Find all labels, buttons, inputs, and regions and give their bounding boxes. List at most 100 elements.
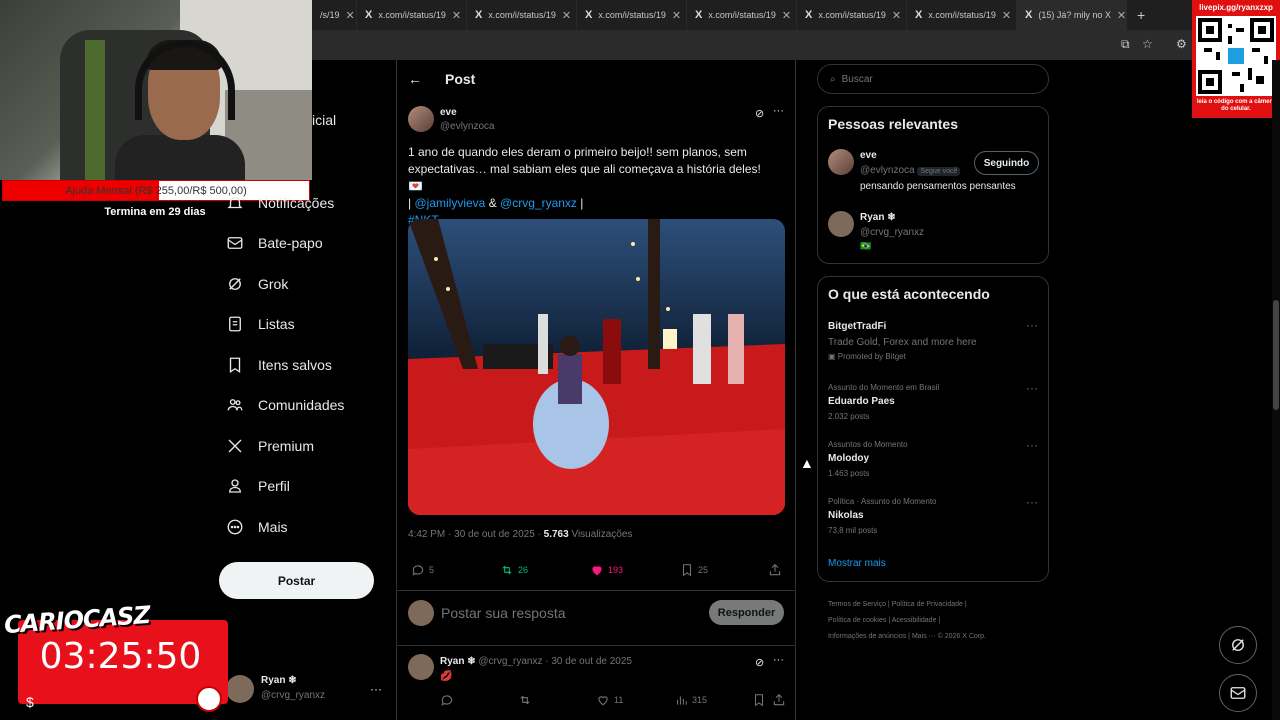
trend-more-button[interactable]: ··· [1026,381,1038,395]
reply-button[interactable]: Responder [709,600,784,625]
browser-tab[interactable]: /s/19 ✕ [312,0,357,30]
back-arrow-icon[interactable]: ← [408,71,422,87]
avatar[interactable] [828,149,854,175]
nav-item-chat[interactable]: Bate-papo [226,234,323,252]
tab-title: x.com/i/status/19 [488,10,556,20]
avatar[interactable] [408,106,434,132]
footer-link[interactable]: Política de Privacidade [892,601,963,608]
grok-float-button[interactable] [1219,626,1257,664]
bookmark-action[interactable] [752,693,766,707]
trend-more-button[interactable]: ··· [1026,495,1038,509]
post-timestamp[interactable]: 4:42 PM · 30 de out de 2025 · [408,529,544,540]
copyright: © 2026 X Corp. [937,633,986,640]
reply-input[interactable]: Postar sua resposta [441,605,566,621]
nav-item-more[interactable]: Mais [226,518,288,536]
nav-item-grok[interactable]: Grok [226,275,288,293]
trend-posts: 73,8 mil posts [828,526,878,535]
following-button[interactable]: Seguindo [974,151,1039,175]
trend-name[interactable]: BitgetTradFi [828,321,886,332]
reply-action[interactable]: 5 [411,563,434,577]
tab-title: /s/19 [320,10,340,20]
show-more-link[interactable]: Mostrar mais [828,558,886,569]
repost-action[interactable]: 26 [500,563,528,577]
close-icon[interactable]: ✕ [672,9,681,22]
nav-item-premium[interactable]: Premium [226,437,314,455]
close-icon[interactable]: ✕ [1117,9,1126,22]
post-button[interactable]: Postar [219,562,374,599]
x-logo-icon: X [1025,9,1033,21]
account-more-button[interactable]: ··· [370,682,382,696]
address-bar[interactable] [312,30,1280,60]
new-tab-button[interactable]: + [1137,7,1145,23]
footer-more-link[interactable]: Mais ··· [912,633,936,640]
trend-name[interactable]: Nikolas [828,510,864,521]
view-count: 315 [692,695,708,705]
footer-link[interactable]: Política de cookies [828,617,886,624]
footer-link[interactable]: Acessibilidade [892,617,937,624]
post-author-handle[interactable]: @evlynzoca [440,121,495,132]
like-action[interactable]: 11 [596,693,623,707]
nav-item-home[interactable]: icial [312,112,336,128]
post-author-name[interactable]: eve [440,107,457,118]
nav-item-notifications[interactable]: Notificações [226,194,334,212]
like-count: 193 [608,565,624,575]
nav-item-bookmarks[interactable]: Itens salvos [226,356,332,374]
close-icon[interactable]: ✕ [346,9,355,22]
reply-action[interactable] [440,693,454,707]
tab-title: (15) Já? mily no X [1038,10,1111,20]
nav-item-communities[interactable]: Comunidades [226,396,344,414]
install-icon[interactable]: ⧉ [1121,37,1130,52]
share-action[interactable] [772,693,786,707]
share-action[interactable] [768,563,782,577]
trend-promo: ▣ Promoted by Bitget [828,352,906,361]
scrollbar-thumb[interactable] [1273,300,1279,410]
trend-promo-text: Promoted by Bitget [837,352,906,361]
messages-float-button[interactable] [1219,674,1257,712]
bookmark-action[interactable]: 25 [680,563,708,577]
views-action[interactable]: 315 [674,693,707,707]
trend-posts: 2.032 posts [828,412,870,421]
browser-tab[interactable]: Xx.com/i/status/19 ✕ [577,0,687,30]
footer-link[interactable]: Informações de anúncios [828,633,906,640]
browser-tab-active[interactable]: X (15) Já? mily no X ✕ [1017,0,1127,30]
nav-item-profile[interactable]: Perfil [226,477,290,495]
post-media[interactable] [408,219,785,515]
search-input[interactable]: ⌕ Buscar [817,64,1049,94]
like-action[interactable]: 193 [590,563,623,577]
mention-link[interactable]: @jamilyvieva [414,196,485,210]
trend-more-button[interactable]: ··· [1026,318,1038,332]
footer-link[interactable]: Termos de Serviço [828,601,886,608]
nav-item-lists[interactable]: Listas [226,315,295,333]
trend-name[interactable]: Eduardo Paes [828,396,895,407]
close-icon[interactable]: ✕ [452,9,461,22]
repost-action[interactable] [518,693,532,707]
tab-title: x.com/i/status/19 [708,10,776,20]
more-icon[interactable]: ··· [773,105,784,117]
grok-icon[interactable]: ⊘ [755,107,764,120]
trend-name[interactable]: Molodoy [828,453,869,464]
reply-author-name[interactable]: Ryan ❄ [440,656,476,667]
browser-tab[interactable]: Xx.com/i/status/19 ✕ [687,0,797,30]
trend-more-button[interactable]: ··· [1026,438,1038,452]
person-name[interactable]: eve [860,150,877,161]
browser-tab[interactable]: Xx.com/i/status/19 ✕ [907,0,1017,30]
browser-tab[interactable]: Xx.com/i/status/19 ✕ [797,0,907,30]
close-icon[interactable]: ✕ [782,9,791,22]
avatar[interactable] [828,211,854,237]
extensions-icon[interactable]: ⚙ [1176,37,1187,51]
avatar[interactable] [226,675,254,703]
avatar[interactable] [408,654,434,680]
close-icon[interactable]: ✕ [892,9,901,22]
close-icon[interactable]: ✕ [562,9,571,22]
browser-tab[interactable]: Xx.com/i/status/19 ✕ [357,0,467,30]
person-name[interactable]: Ryan ❄ [860,212,896,223]
star-icon[interactable]: ☆ [1142,37,1153,51]
more-icon[interactable]: ··· [773,654,784,666]
browser-tab[interactable]: Xx.com/i/status/19 ✕ [467,0,577,30]
person-icon [229,479,241,493]
close-icon[interactable]: ✕ [1002,9,1011,22]
grok-icon[interactable]: ⊘ [755,656,764,669]
tab-title: x.com/i/status/19 [928,10,996,20]
mention-link[interactable]: @crvg_ryanxz [500,196,577,210]
person-handle: @evlynzoca Segue você [860,165,961,176]
